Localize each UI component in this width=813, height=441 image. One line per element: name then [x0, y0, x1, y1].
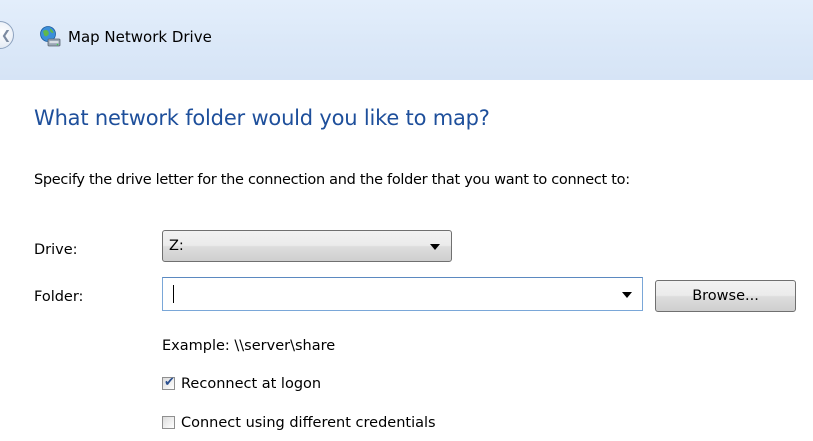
drive-select[interactable]: Z:: [162, 230, 452, 262]
folder-input[interactable]: [163, 278, 603, 310]
credentials-checkbox[interactable]: [162, 416, 175, 429]
title-bar: ❮ Map Network Drive: [0, 0, 813, 80]
instruction-text: Specify the drive letter for the connect…: [34, 172, 630, 188]
network-drive-icon: [40, 26, 61, 47]
window-title: Map Network Drive: [68, 28, 212, 46]
reconnect-label[interactable]: Reconnect at logon: [181, 374, 321, 394]
drive-label: Drive:: [34, 242, 78, 258]
drive-select-value: Z:: [169, 238, 184, 254]
folder-combobox[interactable]: [162, 277, 643, 311]
credentials-label[interactable]: Connect using different credentials: [181, 413, 436, 433]
example-text: Example: \\server\share: [162, 338, 336, 354]
map-network-drive-dialog: ❮ Map Network Drive What network folder …: [0, 0, 813, 441]
checkmark-icon: ✔: [164, 375, 175, 390]
back-arrow-icon: ❮: [1, 28, 12, 42]
reconnect-checkbox[interactable]: ✔: [162, 375, 175, 390]
text-caret: [173, 285, 174, 303]
chevron-down-icon: [430, 244, 440, 250]
chevron-down-icon[interactable]: [622, 292, 632, 298]
page-heading: What network folder would you like to ma…: [34, 106, 490, 130]
browse-button[interactable]: Browse...: [655, 280, 796, 312]
folder-label: Folder:: [34, 289, 84, 305]
back-button[interactable]: ❮: [0, 21, 14, 49]
